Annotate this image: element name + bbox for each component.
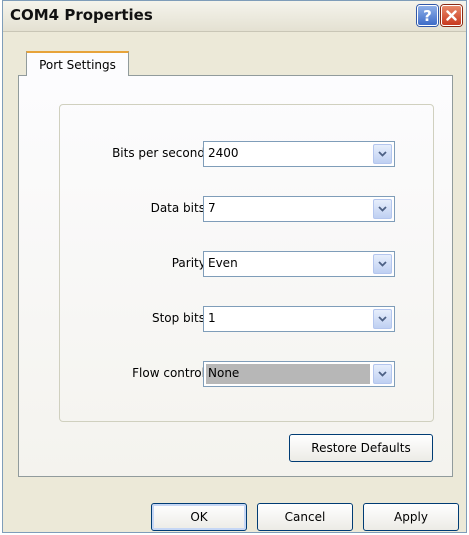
stop-bits-value: 1 <box>208 311 216 325</box>
title-bar[interactable]: COM4 Properties ? <box>3 1 466 32</box>
apply-button[interactable]: Apply <box>363 503 459 531</box>
restore-defaults-button[interactable]: Restore Defaults <box>289 434 433 462</box>
tab-port-settings[interactable]: Port Settings <box>26 51 129 76</box>
flow-control-select[interactable]: None <box>203 361 395 387</box>
field-bits-per-second: Bits per second: 2400 <box>19 141 439 167</box>
cancel-button[interactable]: Cancel <box>257 503 353 531</box>
chevron-down-icon <box>378 316 387 322</box>
help-button[interactable]: ? <box>417 5 438 26</box>
field-stop-bits: Stop bits: 1 <box>19 306 439 332</box>
bits-per-second-select[interactable]: 2400 <box>203 141 395 167</box>
tab-label: Port Settings <box>39 57 116 72</box>
chevron-down-icon <box>378 371 387 377</box>
field-data-bits: Data bits: 7 <box>19 196 439 222</box>
chevron-down-icon <box>378 261 387 267</box>
dropdown-arrow-button[interactable] <box>373 144 392 164</box>
stop-bits-label: Stop bits: <box>151 311 209 325</box>
parity-value: Even <box>208 256 238 270</box>
data-bits-select[interactable]: 7 <box>203 196 395 222</box>
close-x-icon <box>446 10 457 21</box>
window-title: COM4 Properties <box>10 6 153 24</box>
data-bits-value: 7 <box>208 201 216 215</box>
properties-dialog: COM4 Properties ? Port Settings Bits per… <box>2 0 467 533</box>
dropdown-arrow-button[interactable] <box>373 364 392 384</box>
field-flow-control: Flow control: None <box>19 361 439 387</box>
dropdown-arrow-button[interactable] <box>373 309 392 329</box>
bits-per-second-value: 2400 <box>208 146 239 160</box>
field-parity: Parity: Even <box>19 251 439 277</box>
data-bits-label: Data bits: <box>150 201 209 215</box>
ok-button[interactable]: OK <box>151 503 247 531</box>
stop-bits-select[interactable]: 1 <box>203 306 395 332</box>
flow-control-label: Flow control: <box>132 366 209 380</box>
question-mark-icon: ? <box>423 6 432 25</box>
port-settings-panel: Bits per second: 2400 Data bits: 7 Parit… <box>18 75 453 477</box>
close-button[interactable] <box>441 5 462 26</box>
dropdown-arrow-button[interactable] <box>373 254 392 274</box>
chevron-down-icon <box>378 151 387 157</box>
chevron-down-icon <box>378 206 387 212</box>
bits-per-second-label: Bits per second: <box>112 146 209 160</box>
flow-control-value: None <box>208 366 240 380</box>
dropdown-arrow-button[interactable] <box>373 199 392 219</box>
parity-select[interactable]: Even <box>203 251 395 277</box>
